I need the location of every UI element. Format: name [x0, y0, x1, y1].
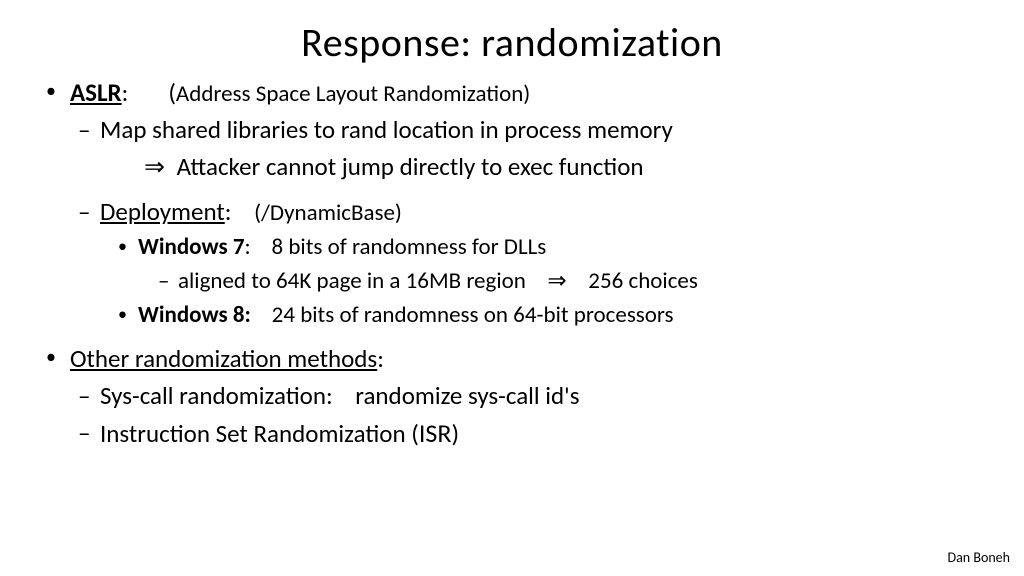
win8-text: 24 bits of randomness on 64-bit processo… [251, 301, 674, 329]
footer-author: Dan Boneh [947, 549, 1010, 566]
windows7-line: Windows 7: 8 bits of randomness for DLLs [30, 233, 994, 261]
body-list: ASLR: (Address Space Layout Randomization… [30, 77, 994, 449]
isr-label: ISR [419, 417, 452, 449]
deployment-label: Deployment [100, 196, 225, 227]
aslr-heading: ASLR: (Address Space Layout Randomization… [30, 77, 994, 108]
slide-content: Response: randomization ASLR: (Address Sp… [0, 0, 1024, 465]
implies-icon: ⇒ [138, 152, 171, 182]
windows8-line: Windows 8: 24 bits of randomness on 64-b… [30, 301, 994, 329]
attacker-text: Attacker cannot jump directly to exec fu… [171, 151, 644, 182]
win7-text: 8 bits of randomness for DLLs [251, 233, 547, 261]
isr-line: Instruction Set Randomization (ISR) [30, 417, 994, 449]
win7-sub-a: aligned to 64K page in a 16MB region [178, 267, 541, 295]
deployment-colon: : [225, 196, 232, 227]
deployment-flag: (/DynamicBase) [254, 199, 402, 227]
syscall-line: Sys-call randomization: randomize sys-ca… [30, 380, 994, 411]
aslr-colon: : [122, 77, 129, 108]
win7-sub-b: 256 choices [573, 267, 698, 295]
paren-open: ( [168, 77, 176, 108]
win7-subline: aligned to 64K page in a 16MB region ⇒ 2… [30, 267, 994, 295]
attacker-line: ⇒ Attacker cannot jump directly to exec … [30, 151, 994, 182]
other-methods-colon: : [377, 343, 384, 374]
isr-pre: Instruction Set Randomization ( [100, 418, 419, 449]
win8-label: Windows 8: [138, 301, 251, 329]
slide-title: Response: randomization [30, 18, 994, 67]
other-methods-heading: Other randomization methods: [30, 343, 994, 374]
win7-label: Windows 7 [138, 233, 245, 261]
other-methods-label: Other randomization methods [70, 343, 377, 374]
implies-icon-2: ⇒ [541, 268, 572, 294]
shared-libs-line: Map shared libraries to rand location in… [30, 114, 994, 145]
aslr-label: ASLR [70, 77, 122, 108]
aslr-expansion: Address Space Layout Randomization) [176, 80, 530, 108]
isr-post: ) [451, 418, 459, 449]
deployment-line: Deployment: (/DynamicBase) [30, 196, 994, 227]
